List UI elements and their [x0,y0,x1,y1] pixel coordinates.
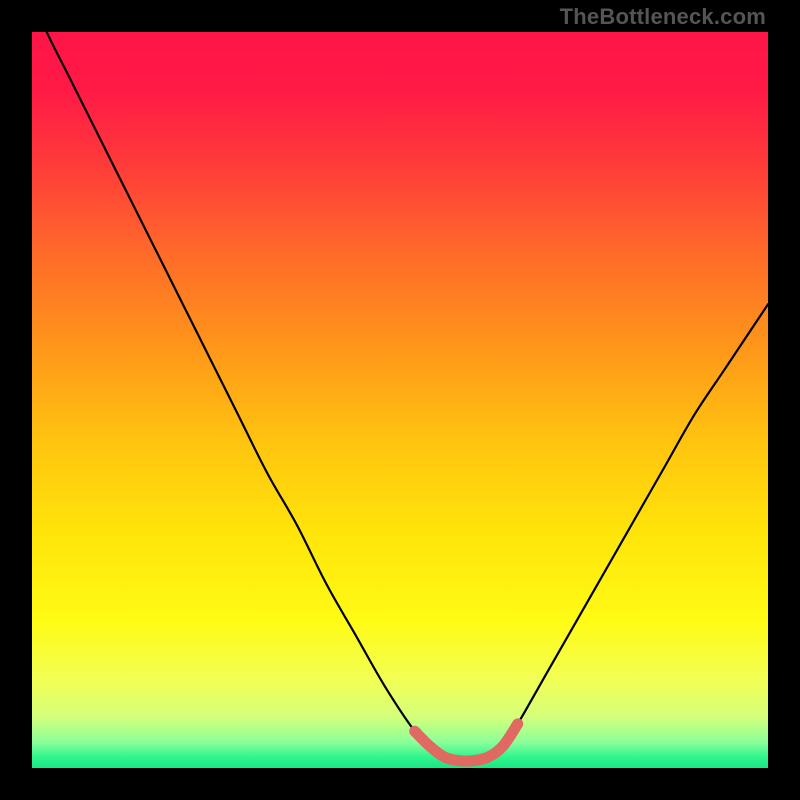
watermark-text: TheBottleneck.com [560,4,766,30]
curve-layer [32,32,768,768]
plot-area [32,32,768,768]
chart-container: TheBottleneck.com [0,0,800,800]
curve-highlight [415,724,518,761]
bottleneck-curve [32,32,768,761]
